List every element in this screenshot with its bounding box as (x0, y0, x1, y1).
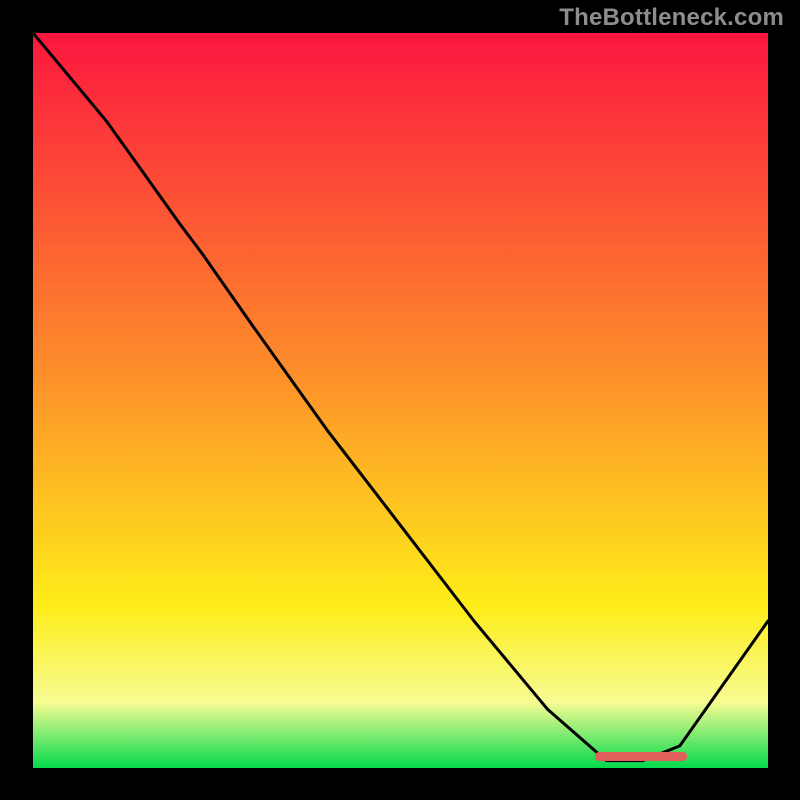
plot-area (33, 33, 768, 768)
chart-canvas: TheBottleneck.com (0, 0, 800, 800)
bottleneck-curve (33, 33, 768, 768)
attribution-label: TheBottleneck.com (559, 4, 784, 32)
optimal-range-marker (595, 752, 687, 761)
